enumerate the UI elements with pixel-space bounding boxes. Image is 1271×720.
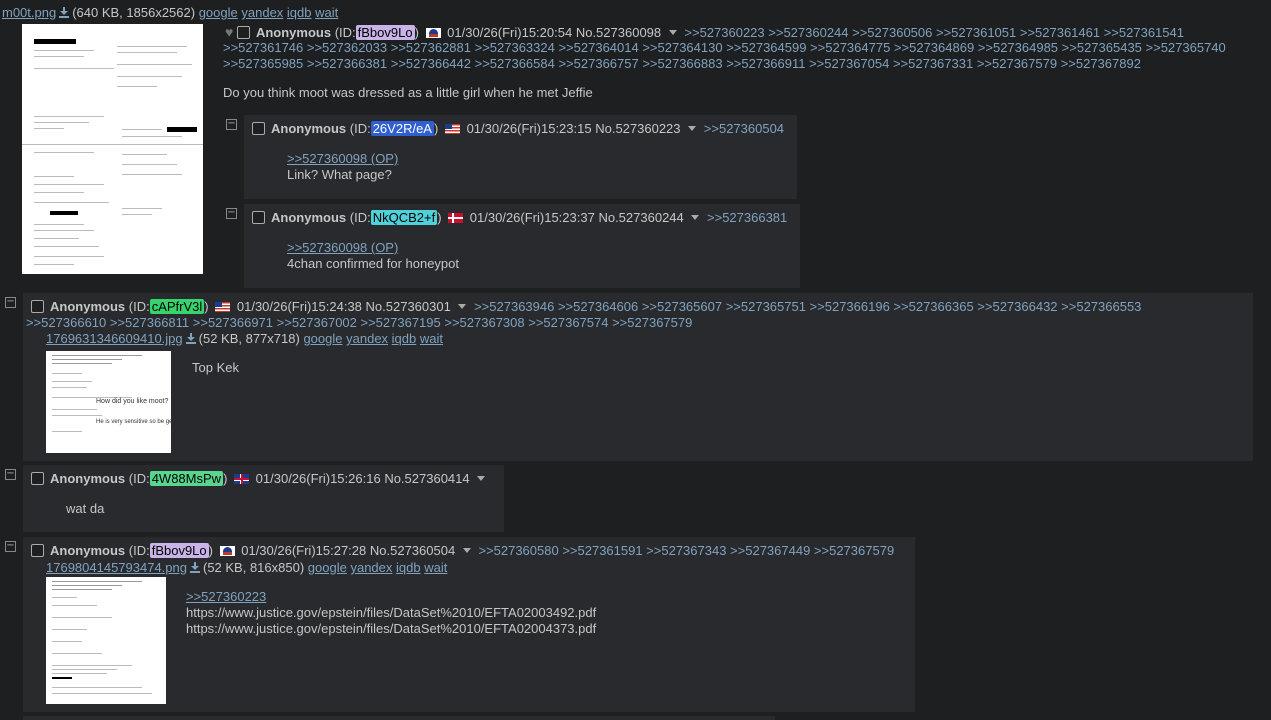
post-checkbox[interactable]	[252, 122, 265, 135]
op-file-info: m00t.png (640 KB, 1856x2562) google yande…	[2, 5, 339, 20]
post-number[interactable]: No.527360301	[366, 299, 451, 314]
reply-header: Anonymous (ID: NkQCB2+f) 01/30/26(Fri)15:…	[252, 210, 787, 226]
download-icon[interactable]	[185, 333, 196, 344]
iqdb-link[interactable]: iqdb	[287, 5, 312, 20]
file-info: 1769631346609410.jpg (52 KB, 877x718) goo…	[46, 331, 443, 346]
backlinks[interactable]: >>527366610 >>527366811 >>527366971 >>52…	[26, 315, 692, 331]
backlinks[interactable]: >>527366381	[707, 210, 787, 225]
quote-link[interactable]: >>527360098 (OP)	[287, 240, 398, 255]
post-thumbnail[interactable]	[46, 577, 166, 704]
post-message: wat da	[66, 501, 105, 516]
collapse-icon[interactable]: −	[226, 208, 237, 219]
iqdb-link[interactable]: iqdb	[396, 560, 421, 575]
op-header: ♥ Anonymous (ID: fBbov9Lo) 01/30/26(Fri)1…	[225, 24, 1184, 40]
iqdb-link[interactable]: iqdb	[392, 331, 417, 346]
collapse-icon[interactable]: −	[5, 469, 16, 480]
collapse-icon[interactable]: −	[5, 541, 16, 552]
quote-link[interactable]: >>527360223	[186, 589, 266, 604]
post-message-link[interactable]: https://www.justice.gov/epstein/files/Da…	[186, 605, 596, 621]
post-number[interactable]: No.527360414	[384, 471, 469, 486]
flag-icon	[448, 213, 464, 223]
menu-arrow-icon[interactable]	[688, 126, 697, 131]
menu-arrow-icon[interactable]	[458, 304, 467, 309]
op-thumbnail[interactable]	[22, 24, 203, 274]
file-link[interactable]: 1769631346609410.jpg	[46, 331, 183, 346]
backlinks[interactable]: >>527361746 >>527362033 >>527362881 >>52…	[223, 40, 1226, 56]
wait-link[interactable]: wait	[420, 331, 443, 346]
post-message: Link? What page?	[287, 167, 392, 182]
menu-arrow-icon[interactable]	[477, 476, 486, 481]
yandex-link[interactable]: yandex	[350, 560, 392, 575]
wait-link[interactable]: wait	[315, 5, 338, 20]
reply-header: Anonymous (ID: fBbov9Lo) 01/30/26(Fri)15:…	[31, 543, 894, 559]
poster-id[interactable]: cAPfrV3l	[149, 299, 205, 314]
backlinks[interactable]: >>527365985 >>527366381 >>527366442 >>52…	[223, 56, 1141, 72]
heart-icon[interactable]: ♥	[225, 24, 233, 40]
poster-id[interactable]: fBbov9Lo	[355, 25, 415, 40]
google-link[interactable]: google	[303, 331, 342, 346]
poster-id[interactable]: 26V2R/eA	[370, 121, 434, 136]
reply-header: Anonymous (ID: 4W88MsPw) 01/30/26(Fri)15:…	[31, 471, 489, 487]
post-checkbox[interactable]	[31, 544, 44, 557]
flag-icon	[425, 28, 441, 38]
quote-link[interactable]: >>527360098 (OP)	[287, 151, 398, 166]
post-number[interactable]: No.527360098	[576, 25, 661, 40]
google-link[interactable]: google	[308, 560, 347, 575]
flag-icon	[215, 302, 231, 312]
backlinks[interactable]: >>527360580 >>527361591 >>527367343 >>52…	[478, 543, 894, 558]
op-checkbox[interactable]	[236, 26, 250, 39]
poster-id[interactable]: 4W88MsPw	[149, 471, 224, 486]
op-file-link[interactable]: m00t.png	[2, 5, 56, 20]
collapse-icon[interactable]: −	[5, 297, 16, 308]
flag-icon	[234, 474, 250, 484]
wait-link[interactable]: wait	[424, 560, 447, 575]
menu-arrow-icon[interactable]	[462, 548, 471, 553]
post-message: Top Kek	[192, 360, 239, 375]
post-checkbox[interactable]	[31, 472, 44, 485]
post-number[interactable]: No.527360244	[598, 210, 683, 225]
post-checkbox[interactable]	[252, 211, 265, 224]
file-info: 1769804145793474.png (52 KB, 816x850) goo…	[46, 560, 448, 575]
flag-icon	[444, 124, 460, 134]
google-link[interactable]: google	[199, 5, 238, 20]
post-number[interactable]: No.527360504	[370, 543, 455, 558]
poster-id[interactable]: NkQCB2+f	[370, 210, 438, 225]
menu-arrow-icon[interactable]	[691, 215, 700, 220]
backlinks[interactable]: >>527360504	[704, 121, 784, 136]
backlinks[interactable]: >>527363946 >>527364606 >>527365607 >>52…	[474, 299, 1141, 314]
poster-id[interactable]: fBbov9Lo	[149, 543, 209, 558]
post-checkbox[interactable]	[31, 300, 44, 313]
post-message: 4chan confirmed for honeypot	[287, 256, 459, 271]
download-icon[interactable]	[59, 7, 70, 18]
file-link[interactable]: 1769804145793474.png	[46, 560, 187, 575]
post-message: Do you think moot was dressed as a littl…	[223, 85, 593, 100]
reply-header: Anonymous (ID: 26V2R/eA) 01/30/26(Fri)15:…	[252, 121, 784, 137]
collapse-icon[interactable]: −	[226, 119, 237, 130]
flag-icon	[219, 546, 235, 556]
reply-header: Anonymous (ID: cAPfrV3l) 01/30/26(Fri)15:…	[31, 299, 1141, 315]
post-thumbnail[interactable]: How did you like moot? He is very sensit…	[46, 351, 171, 453]
download-icon[interactable]	[189, 562, 200, 573]
backlinks[interactable]: >>527360223 >>527360244 >>527360506 >>52…	[684, 25, 1184, 40]
post-message-link[interactable]: https://www.justice.gov/epstein/files/Da…	[186, 621, 596, 637]
yandex-link[interactable]: yandex	[346, 331, 388, 346]
reply-post	[23, 716, 775, 720]
menu-arrow-icon[interactable]	[668, 30, 677, 35]
yandex-link[interactable]: yandex	[241, 5, 283, 20]
post-number[interactable]: No.527360223	[595, 121, 680, 136]
